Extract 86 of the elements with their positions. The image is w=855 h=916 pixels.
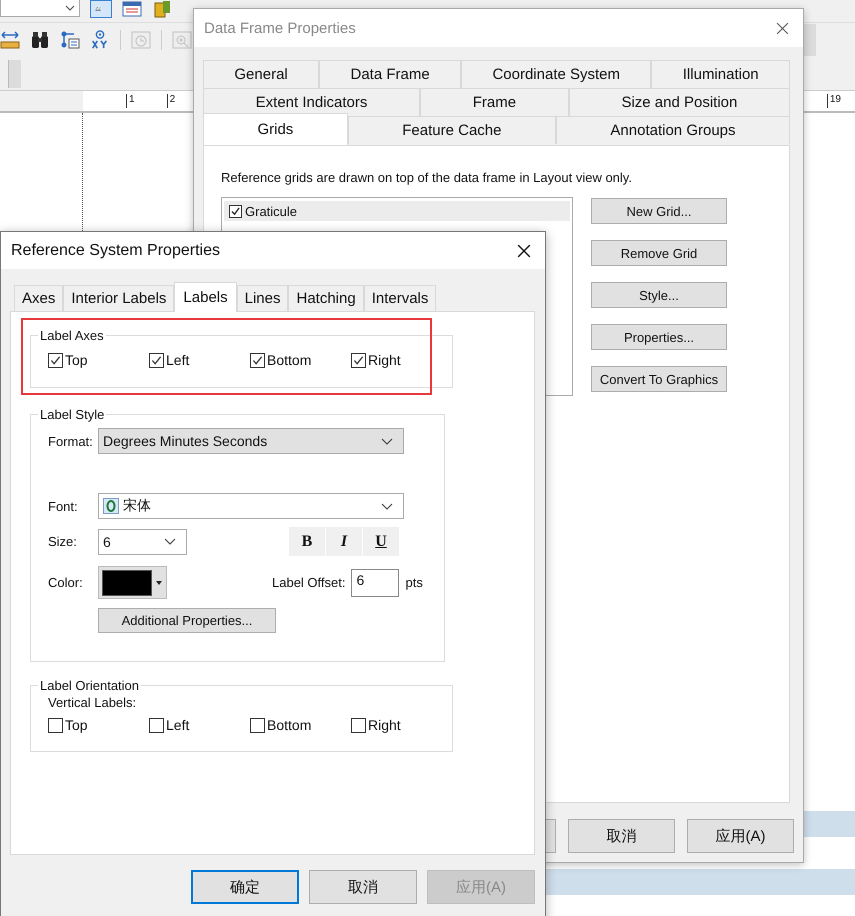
text-style-button[interactable]: I [326, 527, 362, 556]
tab[interactable]: Frame [420, 88, 569, 116]
edit-tool-icon[interactable] [90, 0, 112, 18]
toolbar-gripper[interactable] [803, 24, 816, 56]
dialog-button[interactable]: 取消 [309, 870, 417, 904]
size-dropdown[interactable]: 6 [98, 528, 187, 554]
checkbox-option[interactable]: Top [48, 717, 149, 733]
dialog-button[interactable]: 确定 [191, 870, 299, 904]
tab[interactable]: Extent Indicators [203, 88, 420, 116]
ruler-label: 19 [826, 94, 841, 108]
tab[interactable]: Hatching [288, 285, 364, 311]
grid-list-item[interactable]: Graticule [224, 201, 570, 221]
tab[interactable]: Feature Cache [348, 116, 556, 144]
tab[interactable]: Lines [236, 285, 288, 311]
xy-coordinates-icon[interactable] [90, 30, 110, 50]
text-style-button[interactable]: B [289, 527, 325, 556]
dialog-button[interactable]: Convert To Graphics [591, 366, 727, 392]
dropdown-arrow-icon [156, 580, 162, 584]
checkbox-option[interactable]: Bottom [250, 352, 351, 368]
checkbox-option[interactable]: Right [351, 352, 452, 368]
format-dropdown[interactable]: Degrees Minutes Seconds [98, 428, 404, 454]
group-title: Label Axes [39, 328, 105, 343]
checkbox-option[interactable]: Left [149, 352, 250, 368]
window-title: Reference System Properties [11, 242, 220, 260]
grid-name: Graticule [245, 204, 298, 218]
additional-properties-button[interactable]: Additional Properties... [98, 608, 276, 633]
tab[interactable]: Axes [14, 285, 64, 311]
checkbox[interactable] [48, 352, 63, 368]
checkbox[interactable] [250, 352, 265, 368]
chevron-icon [65, 5, 75, 11]
checkbox[interactable] [48, 718, 63, 732]
group-title: Label Style [39, 407, 106, 422]
dialog-button[interactable]: Remove Grid [591, 240, 727, 266]
checkbox[interactable] [351, 352, 366, 368]
database-icon[interactable] [152, 0, 172, 18]
field-label: Size: [48, 534, 78, 549]
dialog-button[interactable]: New Grid... [591, 198, 727, 224]
table-icon[interactable] [122, 0, 142, 18]
hierarchy-icon[interactable] [60, 30, 80, 50]
window-title: Data Frame Properties [204, 20, 356, 36]
checkbox[interactable] [351, 718, 366, 732]
ruler-label: 1 [126, 94, 135, 108]
font-type-icon [103, 498, 119, 514]
tab[interactable]: Grids [203, 113, 348, 145]
checkbox-option[interactable]: Left [149, 717, 250, 733]
checkbox-option[interactable]: Right [351, 717, 452, 733]
toolbar-gripper[interactable] [8, 60, 21, 88]
ruler-icon[interactable] [0, 30, 20, 50]
dialog-button[interactable]: Properties... [591, 324, 727, 350]
chevron-down-icon [164, 538, 176, 545]
dialog-button[interactable]: Style... [591, 282, 727, 308]
dialog-button[interactable]: 取消 [568, 819, 675, 853]
field-label: Format: [48, 434, 94, 448]
tab[interactable]: Intervals [364, 285, 436, 311]
checkbox[interactable] [149, 352, 164, 368]
ruler-label: 2 [166, 94, 176, 108]
close-icon[interactable] [517, 244, 531, 258]
tab[interactable]: Coordinate System [461, 60, 652, 88]
field-label: Vertical Labels: [48, 695, 138, 710]
tab[interactable]: General [203, 60, 320, 88]
checkbox[interactable] [250, 718, 265, 732]
checkbox[interactable] [149, 718, 164, 732]
group-title: Label Orientation [39, 678, 140, 693]
field-label: Color: [48, 575, 84, 590]
checkbox[interactable] [229, 204, 242, 218]
color-picker[interactable] [98, 566, 167, 599]
unit-label: pts [405, 575, 423, 590]
tab[interactable]: Size and Position [568, 88, 790, 116]
font-dropdown[interactable]: 宋体 [98, 493, 404, 519]
checkbox-option[interactable]: Bottom [250, 717, 351, 733]
chevron-down-icon [381, 438, 393, 444]
chevron-down-icon [381, 502, 393, 510]
tab[interactable]: Labels [174, 282, 237, 312]
dialog-button[interactable]: 应用(A) [687, 819, 794, 853]
tab[interactable]: Interior Labels [63, 285, 174, 311]
tab[interactable]: Illumination [651, 60, 790, 88]
tab[interactable]: Annotation Groups [556, 116, 790, 144]
label-offset-field[interactable]: 6 [351, 568, 400, 596]
field-label: Label Offset: [272, 575, 346, 590]
text-style-button[interactable]: U [363, 527, 399, 556]
field-label: Font: [48, 498, 79, 514]
tab[interactable]: Data Frame [319, 60, 462, 88]
description-text: Reference grids are drawn on top of the data frame in Layout view only. [221, 170, 633, 185]
checkbox-option[interactable]: Top [48, 352, 149, 368]
close-icon[interactable] [776, 22, 789, 34]
binoculars-icon[interactable] [30, 30, 50, 50]
